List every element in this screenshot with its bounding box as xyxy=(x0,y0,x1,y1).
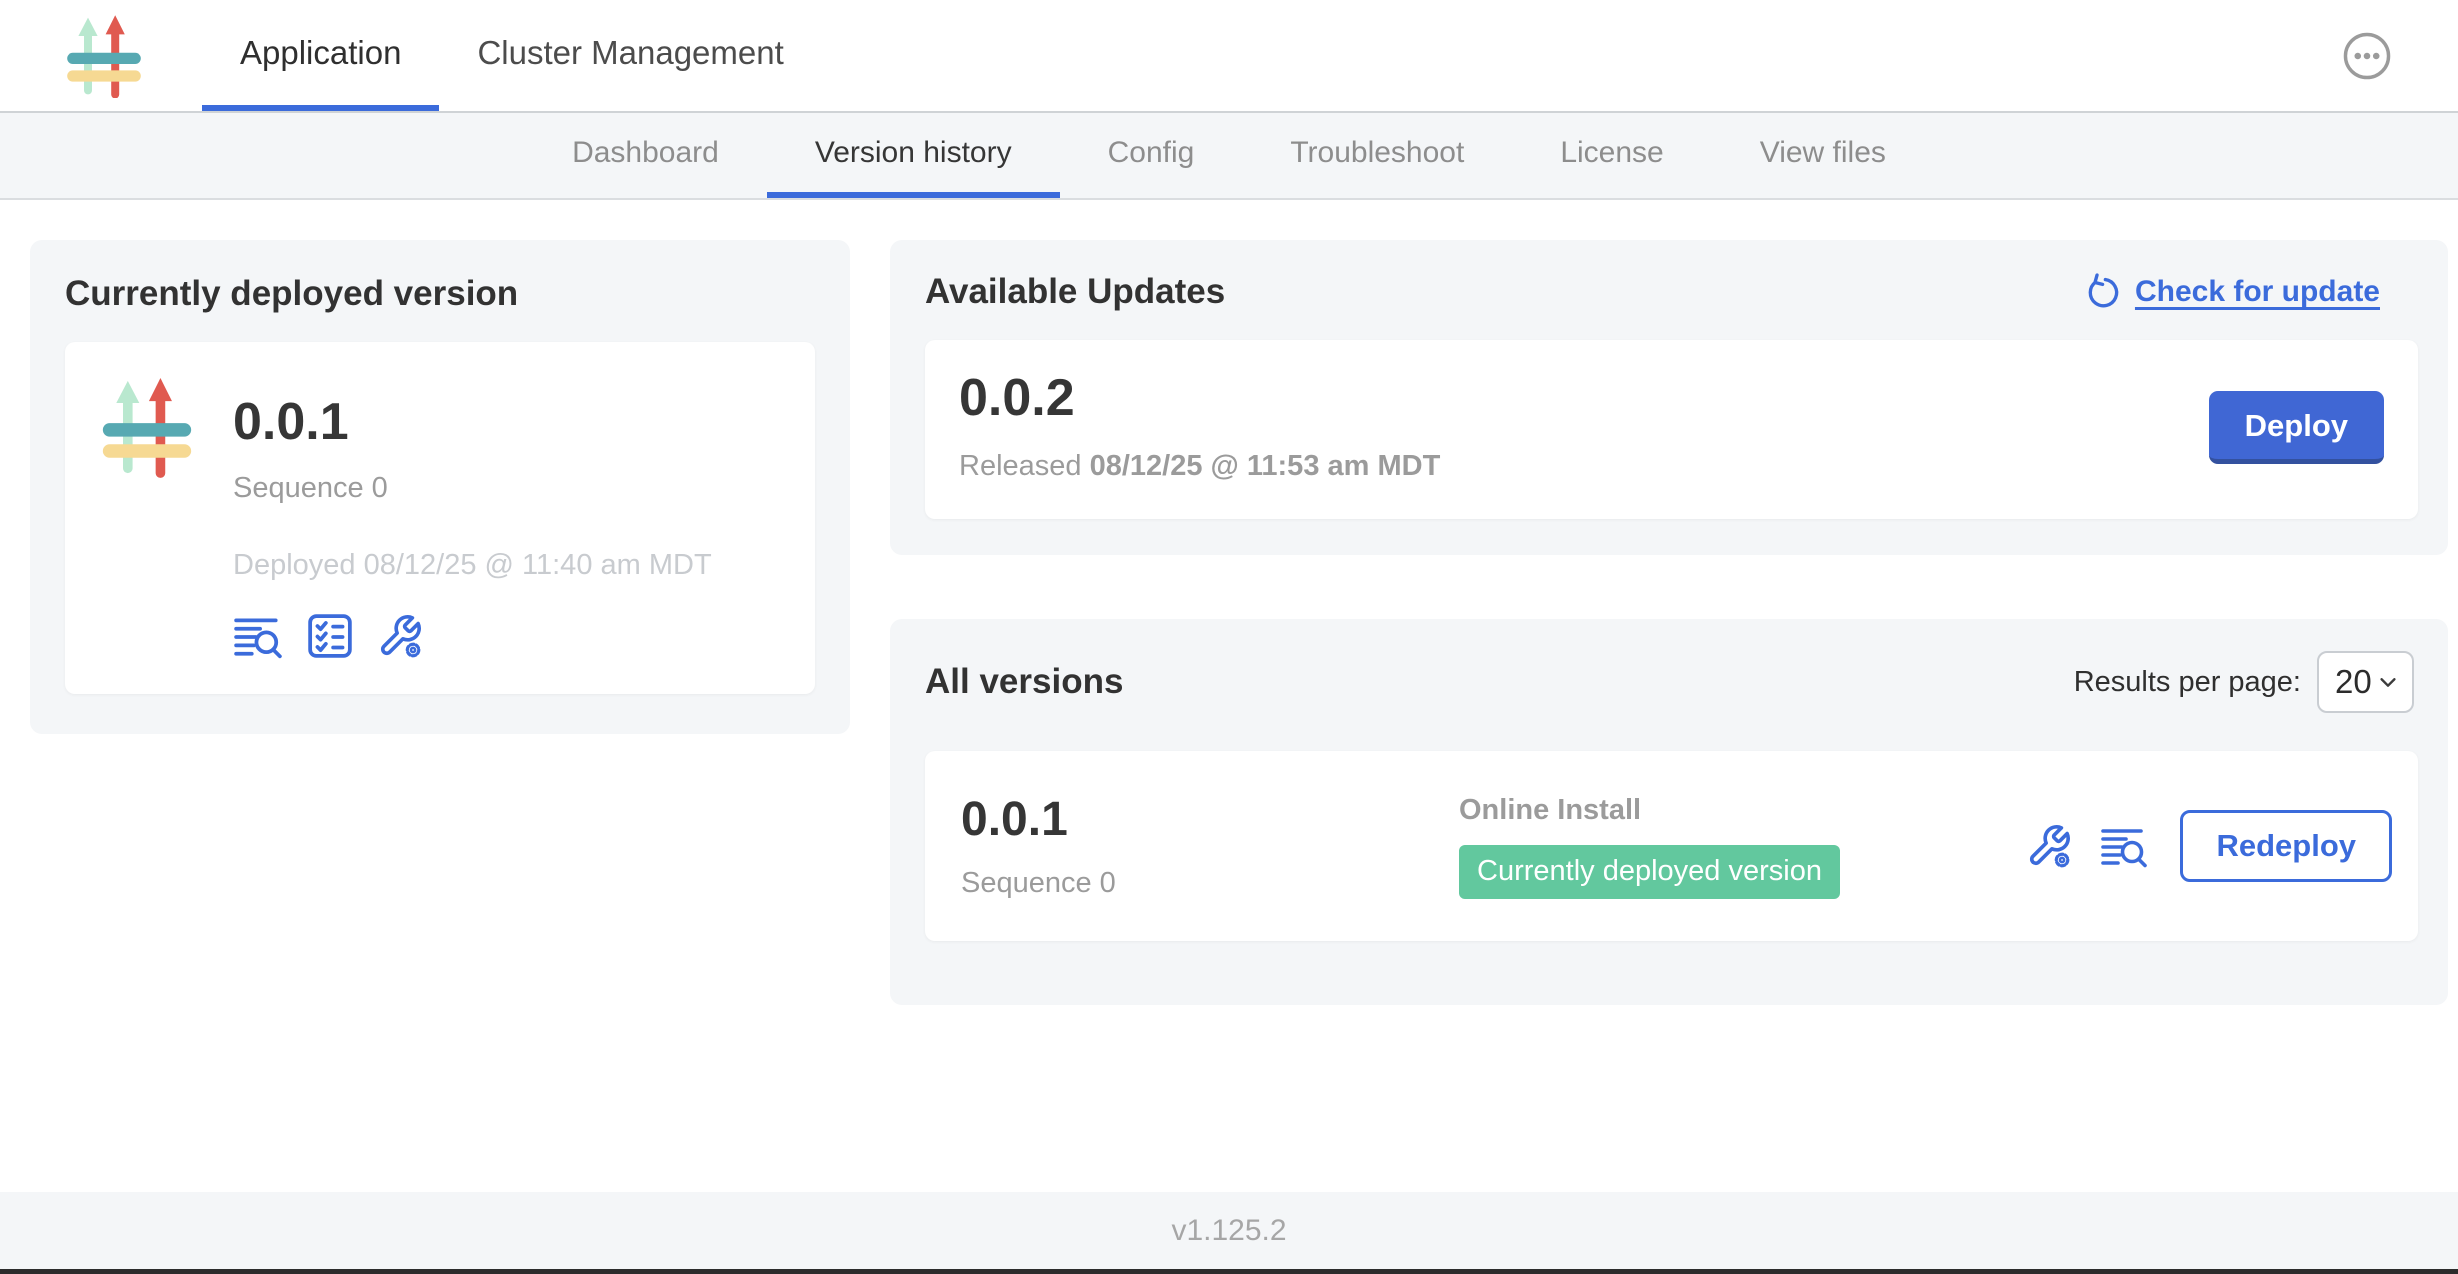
release-notes-icon[interactable] xyxy=(233,612,283,660)
top-nav: Application Cluster Management xyxy=(202,0,822,111)
app-header: Application Cluster Management xyxy=(0,0,2458,113)
currently-deployed-panel: Currently deployed version 0.0.1 Sequenc… xyxy=(30,240,850,734)
currently-deployed-info: 0.0.1 Sequence 0 Deployed 08/12/25 @ 11:… xyxy=(233,370,712,660)
install-type-label: Online Install xyxy=(1459,794,2026,827)
subtab-view-files-label: View files xyxy=(1760,136,1886,170)
currently-deployed-card: 0.0.1 Sequence 0 Deployed 08/12/25 @ 11:… xyxy=(65,342,815,694)
all-versions-title: All versions xyxy=(925,662,1123,702)
app-footer: v1.125.2 xyxy=(0,1192,2458,1269)
subtab-troubleshoot[interactable]: Troubleshoot xyxy=(1242,113,1512,198)
available-updates-panel: Available Updates Check for update 0.0.2… xyxy=(890,240,2448,555)
current-version-number: 0.0.1 xyxy=(233,392,712,452)
tab-application-label: Application xyxy=(240,34,401,72)
preflight-checks-icon[interactable] xyxy=(307,613,353,659)
subtab-view-files[interactable]: View files xyxy=(1712,113,1934,198)
all-versions-header: All versions Results per page: 20 xyxy=(925,651,2418,713)
results-per-page-group: Results per page: 20 xyxy=(2074,651,2414,713)
subtab-config[interactable]: Config xyxy=(1060,113,1243,198)
current-version-deployed-timestamp: Deployed 08/12/25 @ 11:40 am MDT xyxy=(233,549,712,582)
subtab-version-history-label: Version history xyxy=(815,136,1012,170)
redeploy-button[interactable]: Redeploy xyxy=(2180,810,2392,882)
app-logo xyxy=(99,376,195,478)
refresh-icon xyxy=(2083,273,2121,311)
check-for-update-label: Check for update xyxy=(2135,275,2380,309)
config-icon[interactable] xyxy=(2026,823,2072,869)
available-update-info: 0.0.2 Released 08/12/25 @ 11:53 am MDT xyxy=(959,368,1440,483)
released-date: 08/12/25 @ 11:53 am MDT xyxy=(1090,450,1441,482)
currently-deployed-title: Currently deployed version xyxy=(65,274,815,314)
subtab-troubleshoot-label: Troubleshoot xyxy=(1290,136,1464,170)
subtab-license-label: License xyxy=(1560,136,1663,170)
app-logo xyxy=(64,14,144,98)
version-row: 0.0.1 Sequence 0 Online Install Currentl… xyxy=(925,751,2418,941)
released-label: Released xyxy=(959,450,1082,482)
version-row-info: 0.0.1 Sequence 0 xyxy=(961,792,1459,900)
config-icon[interactable] xyxy=(377,613,423,659)
subtab-version-history[interactable]: Version history xyxy=(767,113,1060,198)
app-logo-icon xyxy=(99,376,195,478)
release-notes-icon[interactable] xyxy=(2100,823,2148,869)
current-version-sequence: Sequence 0 xyxy=(233,472,712,505)
update-version-number: 0.0.2 xyxy=(959,368,1440,428)
version-row-status: Online Install Currently deployed versio… xyxy=(1459,794,2026,899)
main-content: Currently deployed version 0.0.1 Sequenc… xyxy=(0,200,2458,1192)
subtab-config-label: Config xyxy=(1108,136,1195,170)
results-per-page-label: Results per page: xyxy=(2074,666,2301,699)
bottom-edge-strip xyxy=(0,1269,2458,1274)
available-update-row: 0.0.2 Released 08/12/25 @ 11:53 am MDT D… xyxy=(925,340,2418,519)
subtab-license[interactable]: License xyxy=(1512,113,1711,198)
current-version-actions xyxy=(233,612,712,660)
check-for-update-link[interactable]: Check for update xyxy=(2083,273,2380,311)
subtab-dashboard[interactable]: Dashboard xyxy=(524,113,767,198)
console-version: v1.125.2 xyxy=(1171,1214,1286,1248)
app-sub-nav: Dashboard Version history Config Trouble… xyxy=(0,113,2458,200)
header-spacer xyxy=(822,0,2342,111)
tab-cluster-management[interactable]: Cluster Management xyxy=(439,0,821,111)
version-row-number: 0.0.1 xyxy=(961,792,1459,847)
overflow-menu-button[interactable] xyxy=(2342,31,2392,81)
available-updates-header: Available Updates Check for update xyxy=(925,272,2418,312)
deploy-button[interactable]: Deploy xyxy=(2209,391,2384,464)
update-released-timestamp: Released 08/12/25 @ 11:53 am MDT xyxy=(959,450,1440,483)
tab-application[interactable]: Application xyxy=(202,0,439,111)
available-updates-title: Available Updates xyxy=(925,272,1225,312)
version-row-actions: Redeploy xyxy=(2026,810,2392,882)
chevron-down-icon xyxy=(2377,671,2399,693)
all-versions-panel: All versions Results per page: 20 0.0.1 … xyxy=(890,619,2448,1005)
currently-deployed-badge: Currently deployed version xyxy=(1459,845,1840,899)
tab-cluster-management-label: Cluster Management xyxy=(477,34,783,72)
results-per-page-select[interactable]: 20 xyxy=(2317,651,2414,713)
right-column: Available Updates Check for update 0.0.2… xyxy=(890,240,2448,1005)
results-per-page-value: 20 xyxy=(2335,663,2372,701)
subtab-dashboard-label: Dashboard xyxy=(572,136,719,170)
ellipsis-menu-icon xyxy=(2342,31,2392,81)
app-logo-icon xyxy=(64,14,144,98)
version-row-sequence: Sequence 0 xyxy=(961,867,1459,900)
